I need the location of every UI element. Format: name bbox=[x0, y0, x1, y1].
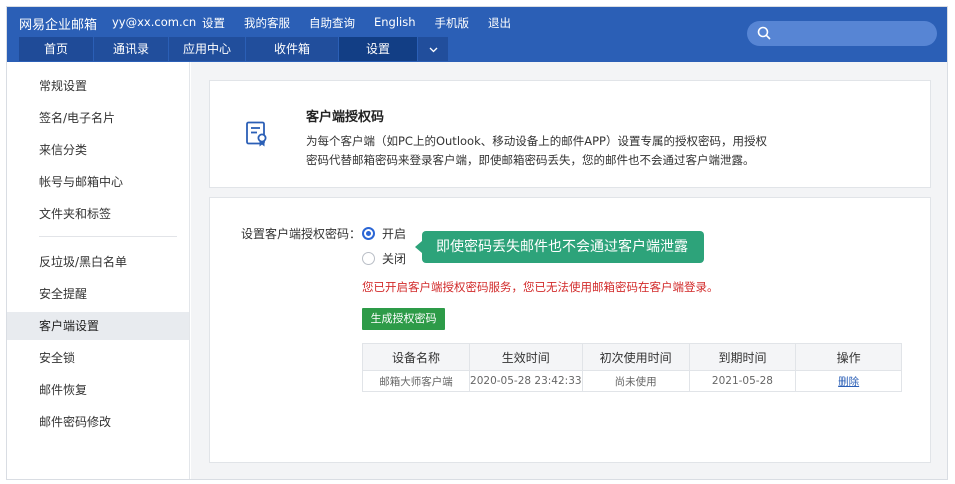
cell-actions: 删除 bbox=[795, 370, 902, 392]
table-row: 邮箱大师客户端 2020-05-28 23:42:33 尚未使用 2021-05… bbox=[361, 370, 902, 392]
cell-first-use-time: 尚未使用 bbox=[581, 370, 690, 392]
more-tabs-button[interactable] bbox=[418, 37, 448, 61]
cell-expiry-time: 2021-05-28 bbox=[688, 370, 797, 392]
intro-card: 客户端授权码 为每个客户端（如PC上的Outlook、移动设备上的邮件APP）设… bbox=[209, 80, 931, 188]
sidebar-item-account[interactable]: 帐号与邮箱中心 bbox=[7, 168, 189, 196]
sidebar-item-signature[interactable]: 签名/电子名片 bbox=[7, 104, 189, 132]
auth-code-table: 设备名称 生效时间 初次使用时间 到期时间 操作 邮箱大师客户端 2020-05… bbox=[361, 343, 902, 392]
auth-setting-label: 设置客户端授权密码： bbox=[241, 227, 362, 241]
top-link-self-service[interactable]: 自助查询 bbox=[309, 15, 355, 31]
description-line-2: 密码代替邮箱密码来登录客户端，即使邮箱密码丢失，您的邮件也不会通过客户端泄露。 bbox=[306, 153, 755, 167]
radio-disable-circle[interactable] bbox=[362, 252, 375, 265]
table-header-row: 设备名称 生效时间 初次使用时间 到期时间 操作 bbox=[361, 343, 902, 371]
col-first-use-time: 初次使用时间 bbox=[581, 343, 690, 371]
col-device-name: 设备名称 bbox=[361, 343, 471, 371]
mail-app-window: 网易企业邮箱 yy@xx.com.cn 设置 我的客服 自助查询 English… bbox=[6, 6, 948, 480]
sidebar-item-general[interactable]: 常规设置 bbox=[7, 72, 189, 100]
sidebar-item-password-change[interactable]: 邮件密码修改 bbox=[7, 408, 189, 436]
sidebar-item-security-lock[interactable]: 安全锁 bbox=[7, 344, 189, 372]
settings-sidebar: 常规设置 签名/电子名片 来信分类 帐号与邮箱中心 文件夹和标签 反垃圾/黑白名… bbox=[7, 62, 190, 479]
radio-enable-circle[interactable] bbox=[362, 227, 375, 240]
logo: 网易企业邮箱 bbox=[19, 18, 98, 33]
search-icon bbox=[757, 26, 771, 40]
sidebar-item-folders[interactable]: 文件夹和标签 bbox=[7, 200, 189, 228]
top-link-english[interactable]: English bbox=[374, 15, 416, 31]
user-email[interactable]: yy@xx.com.cn bbox=[112, 15, 196, 29]
col-effective-time: 生效时间 bbox=[469, 343, 583, 371]
radio-enable[interactable]: 开启 bbox=[362, 225, 406, 242]
warning-message: 您已开启客户端授权密码服务，您已无法使用邮箱密码在客户端登录。 bbox=[362, 280, 719, 294]
top-links: 设置 我的客服 自助查询 English 手机版 退出 bbox=[202, 15, 530, 31]
col-expiry-time: 到期时间 bbox=[688, 343, 797, 371]
sidebar-item-mail-filter[interactable]: 来信分类 bbox=[7, 136, 189, 164]
sidebar-item-mail-recovery[interactable]: 邮件恢复 bbox=[7, 376, 189, 404]
radio-disable[interactable]: 关闭 bbox=[362, 250, 406, 267]
info-tooltip: 即使密码丢失邮件也不会通过客户端泄露 bbox=[415, 231, 704, 263]
chevron-down-icon bbox=[429, 47, 437, 53]
top-link-logout[interactable]: 退出 bbox=[488, 15, 511, 31]
description-line-1: 为每个客户端（如PC上的Outlook、移动设备上的邮件APP）设置专属的授权密… bbox=[306, 134, 767, 148]
sidebar-item-antispam[interactable]: 反垃圾/黑白名单 bbox=[7, 248, 189, 276]
top-link-mobile[interactable]: 手机版 bbox=[435, 15, 470, 31]
main-nav: 首页 通讯录 应用中心 收件箱 设置 bbox=[19, 37, 449, 61]
generate-auth-code-button[interactable]: 生成授权密码 bbox=[362, 308, 445, 330]
delete-link[interactable]: 删除 bbox=[838, 376, 859, 388]
header: 网易企业邮箱 yy@xx.com.cn 设置 我的客服 自助查询 English… bbox=[7, 7, 947, 62]
sidebar-item-security-alert[interactable]: 安全提醒 bbox=[7, 280, 189, 308]
search-box[interactable] bbox=[747, 21, 937, 46]
col-actions: 操作 bbox=[795, 343, 902, 371]
cell-device-name: 邮箱大师客户端 bbox=[361, 370, 471, 392]
section-description: 为每个客户端（如PC上的Outlook、移动设备上的邮件APP）设置专属的授权密… bbox=[306, 132, 776, 170]
radio-enable-label: 开启 bbox=[382, 227, 407, 241]
top-link-settings[interactable]: 设置 bbox=[202, 15, 225, 31]
tab-contacts[interactable]: 通讯录 bbox=[94, 37, 168, 61]
tab-settings[interactable]: 设置 bbox=[339, 37, 417, 61]
section-title: 客户端授权码 bbox=[306, 110, 385, 125]
auth-settings-card: 设置客户端授权密码： 开启 关闭 即使密码丢失邮件也不会通过客户端泄露 您已开启… bbox=[209, 197, 931, 463]
tab-home[interactable]: 首页 bbox=[19, 37, 93, 61]
radio-disable-label: 关闭 bbox=[382, 252, 407, 266]
sidebar-divider bbox=[39, 236, 177, 237]
main-content: 客户端授权码 为每个客户端（如PC上的Outlook、移动设备上的邮件APP）设… bbox=[191, 62, 947, 479]
certificate-icon bbox=[246, 121, 267, 147]
sidebar-item-client[interactable]: 客户端设置 bbox=[7, 312, 189, 340]
search-input[interactable] bbox=[777, 25, 927, 42]
tab-inbox[interactable]: 收件箱 bbox=[246, 37, 338, 61]
tab-app-center[interactable]: 应用中心 bbox=[169, 37, 245, 61]
cell-effective-time: 2020-05-28 23:42:33 bbox=[469, 370, 583, 392]
top-link-support[interactable]: 我的客服 bbox=[244, 15, 290, 31]
